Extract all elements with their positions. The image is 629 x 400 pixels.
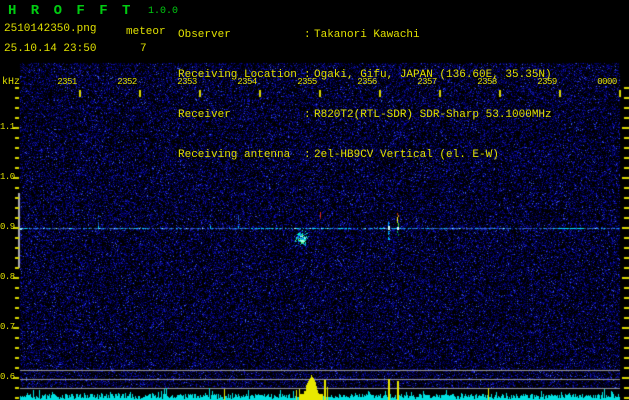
app-title: H R O F F T (8, 3, 134, 19)
observation-mode: meteor (126, 26, 166, 38)
hrofft-window: H R O F F T 1.0.0 2510142350.png meteor … (0, 0, 629, 400)
info-value: R820T2(RTL-SDR) SDR-Sharp 53.1000MHz (314, 109, 552, 122)
observation-datetime: 25.10.14 23:50 (4, 43, 97, 55)
echo-count: 7 (140, 43, 147, 55)
freq-tick-label: 0.9 (0, 222, 15, 232)
time-tick-label: 2352 (117, 77, 137, 87)
output-file-name: 2510142350.png (4, 23, 97, 35)
freq-tick-label: 0.6 (0, 372, 15, 382)
info-value: 2el-HB9CV Vertical (el. E-W) (314, 149, 499, 162)
time-tick-label: 2358 (477, 77, 497, 87)
freq-tick-label: 1.1 (0, 122, 15, 132)
info-label: Receiving antenna (178, 149, 291, 162)
time-tick-label: 0000 (597, 77, 617, 87)
time-tick-label: 2356 (357, 77, 377, 87)
time-tick-label: 2353 (177, 77, 197, 87)
info-label: Receiver (178, 109, 231, 122)
info-separator: : (304, 28, 311, 41)
info-row: Observer: Takanori Kawachi (178, 29, 552, 42)
freq-tick-label: 0.7 (0, 322, 15, 332)
time-tick-label: 2355 (297, 77, 317, 87)
freq-tick-label: 1.0 (0, 172, 15, 182)
info-row: Receiving antenna:2el-HB9CV Vertical (el… (178, 149, 552, 162)
app-version: 1.0.0 (148, 6, 179, 17)
info-row: Receiver: R820T2(RTL-SDR) SDR-Sharp 53.10… (178, 109, 552, 122)
time-tick-label: 2357 (417, 77, 437, 87)
time-tick-label: 2354 (237, 77, 257, 87)
info-separator: : (304, 109, 311, 122)
freq-axis-unit: kHz (2, 77, 21, 88)
time-tick-label: 2359 (537, 77, 557, 87)
info-separator: : (304, 149, 311, 162)
freq-tick-label: 0.8 (0, 272, 15, 282)
info-value: Takanori Kawachi (314, 28, 420, 41)
info-label: Observer (178, 28, 231, 41)
time-tick-label: 2351 (57, 77, 77, 87)
observer-info-block: Observer: Takanori Kawachi Receiving Loca… (178, 2, 552, 190)
